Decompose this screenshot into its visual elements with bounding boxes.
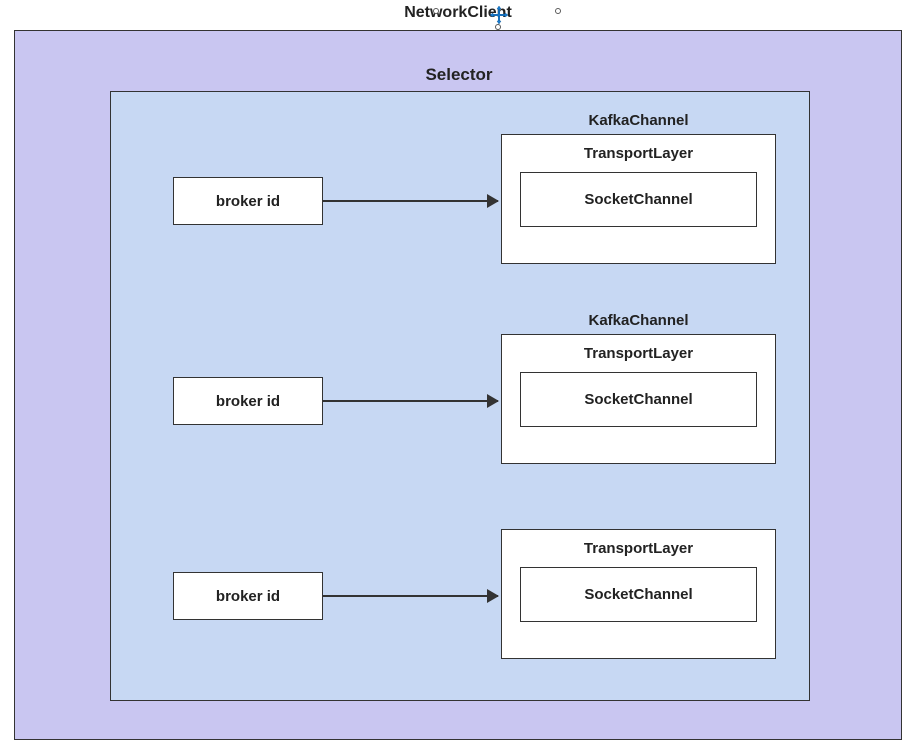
socket-channel-box[interactable]: SocketChannel [520,172,757,227]
socket-channel-box[interactable]: SocketChannel [520,567,757,622]
network-client-container[interactable]: Selector broker id KafkaChannel Transpor… [14,30,902,740]
kafka-channel-label: KafkaChannel [501,112,776,129]
broker-id-box[interactable]: broker id [173,177,323,225]
arrow-icon [323,200,498,202]
move-cursor-icon [490,6,508,24]
network-client-title: NetworkClient [0,4,916,22]
transport-layer-label: TransportLayer [520,540,757,557]
row-3: broker id TransportLayer SocketChannel [111,507,811,677]
kafka-channel-box[interactable]: TransportLayer SocketChannel [501,334,776,464]
kafka-channel-box[interactable]: TransportLayer SocketChannel [501,529,776,659]
row-2: broker id KafkaChannel TransportLayer So… [111,312,811,482]
arrow-icon [323,400,498,402]
arrow-icon [323,595,498,597]
kafka-channel-label: KafkaChannel [501,312,776,329]
transport-layer-label: TransportLayer [520,345,757,362]
selector-title: Selector [15,65,903,85]
socket-channel-box[interactable]: SocketChannel [520,372,757,427]
broker-id-box[interactable]: broker id [173,572,323,620]
selector-container[interactable]: broker id KafkaChannel TransportLayer So… [110,91,810,701]
broker-id-box[interactable]: broker id [173,377,323,425]
row-1: broker id KafkaChannel TransportLayer So… [111,112,811,282]
kafka-channel-box[interactable]: TransportLayer SocketChannel [501,134,776,264]
selection-handle-left[interactable] [433,8,439,14]
selection-handle-right[interactable] [555,8,561,14]
transport-layer-label: TransportLayer [520,145,757,162]
